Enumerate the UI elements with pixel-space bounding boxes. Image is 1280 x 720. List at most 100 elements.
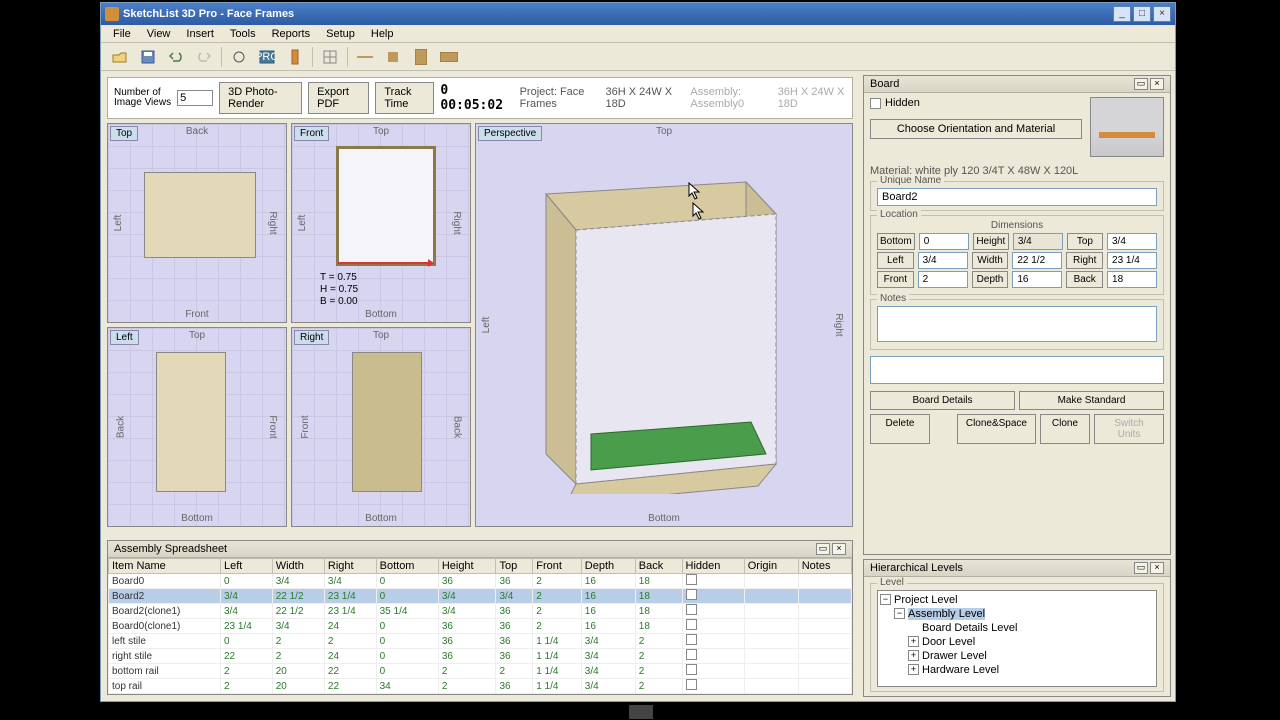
minimize-button[interactable]: _ <box>1113 6 1131 22</box>
col-header[interactable]: Width <box>272 559 324 574</box>
menu-tools[interactable]: Tools <box>222 26 264 42</box>
open-icon[interactable] <box>109 46 131 68</box>
hidden-checkbox[interactable]: Hidden <box>870 97 1082 109</box>
menu-setup[interactable]: Setup <box>318 26 363 42</box>
table-row[interactable]: bottom rail220220221 1/43/42 <box>109 664 852 679</box>
viewport-perspective[interactable]: Perspective Top Bottom Left Right <box>475 123 853 527</box>
hier-tree[interactable]: −Project Level −Assembly Level Board Det… <box>877 590 1157 687</box>
panel-close-icon[interactable]: × <box>832 543 846 555</box>
col-header[interactable]: Height <box>438 559 496 574</box>
clone-space-button[interactable]: Clone&Space <box>957 414 1036 444</box>
redo-icon[interactable] <box>193 46 215 68</box>
menu-reports[interactable]: Reports <box>264 26 319 42</box>
imgviews-label: Number of Image Views <box>114 88 171 108</box>
photo-render-button[interactable]: 3D Photo-Render <box>219 82 302 114</box>
viewport-front[interactable]: Front Top Bottom Left Right T = 0.75 H =… <box>291 123 471 323</box>
shape-tall-icon[interactable] <box>410 46 432 68</box>
shape-wide-icon[interactable] <box>438 46 460 68</box>
col-header[interactable]: Notes <box>798 559 851 574</box>
col-header[interactable]: Right <box>324 559 376 574</box>
col-header[interactable]: Origin <box>744 559 798 574</box>
width-input[interactable] <box>1012 252 1062 269</box>
top-input[interactable] <box>1107 233 1157 250</box>
shape-line-icon[interactable] <box>354 46 376 68</box>
assembly-label: Assembly: Assembly0 <box>690 86 771 110</box>
table-row[interactable]: top rail22022342361 1/43/42 <box>109 679 852 694</box>
top-button[interactable]: Top <box>1067 233 1103 250</box>
col-header[interactable]: Back <box>635 559 682 574</box>
export-pdf-button[interactable]: Export PDF <box>308 82 369 114</box>
time-display: 0 00:05:02 <box>440 83 503 113</box>
switch-units-button[interactable]: Switch Units <box>1094 414 1164 444</box>
panel-close-icon[interactable]: × <box>1150 78 1164 90</box>
height-button[interactable]: Height <box>973 233 1009 250</box>
depth-input[interactable] <box>1012 271 1062 288</box>
delete-button[interactable]: Delete <box>870 414 930 444</box>
table-row[interactable]: Board23/422 1/223 1/403/43/421618 <box>109 589 852 604</box>
back-button[interactable]: Back <box>1066 271 1103 288</box>
unique-name-input[interactable] <box>877 188 1157 206</box>
width-button[interactable]: Width <box>972 252 1009 269</box>
height-input[interactable] <box>1013 233 1063 250</box>
table-row[interactable]: Board003/43/40363621618 <box>109 574 852 589</box>
notes-input[interactable] <box>877 306 1157 342</box>
hierarchical-panel: Hierarchical Levels ▭ × Level −Project L… <box>863 559 1171 697</box>
save-icon[interactable] <box>137 46 159 68</box>
panel-dock-icon[interactable]: ▭ <box>1134 78 1148 90</box>
grid-tool-icon[interactable] <box>319 46 341 68</box>
table-row[interactable]: right stile22224036361 1/43/42 <box>109 649 852 664</box>
panel-close-icon[interactable]: × <box>1150 562 1164 574</box>
close-button[interactable]: × <box>1153 6 1171 22</box>
menu-file[interactable]: File <box>105 26 139 42</box>
clone-button[interactable]: Clone <box>1040 414 1090 444</box>
maximize-button[interactable]: □ <box>1133 6 1151 22</box>
right-input[interactable] <box>1107 252 1157 269</box>
menu-help[interactable]: Help <box>363 26 402 42</box>
panel-dock-icon[interactable]: ▭ <box>1134 562 1148 574</box>
choose-orientation-button[interactable]: Choose Orientation and Material <box>870 119 1082 139</box>
notes-input-2[interactable] <box>870 356 1164 384</box>
infobar: Number of Image Views 3D Photo-Render Ex… <box>107 77 853 119</box>
menu-insert[interactable]: Insert <box>178 26 222 42</box>
assembly-table[interactable]: Item NameLeftWidthRightBottomHeightTopFr… <box>108 558 852 694</box>
col-header[interactable]: Hidden <box>682 559 744 574</box>
track-time-button[interactable]: Track Time <box>375 82 434 114</box>
right-button[interactable]: Right <box>1066 252 1103 269</box>
board-tool-icon[interactable] <box>284 46 306 68</box>
table-row[interactable]: Board0(clone1)23 1/43/4240363621618 <box>109 619 852 634</box>
col-header[interactable]: Bottom <box>376 559 438 574</box>
shape-square-icon[interactable] <box>382 46 404 68</box>
imgviews-input[interactable] <box>177 90 213 106</box>
viewport-right[interactable]: Right Top Bottom Front Back <box>291 327 471 527</box>
col-header[interactable]: Top <box>496 559 533 574</box>
titlebar[interactable]: SketchList 3D Pro - Face Frames _ □ × <box>101 3 1175 25</box>
table-row[interactable]: Board2(clone1)3/422 1/223 1/435 1/43/436… <box>109 604 852 619</box>
bottom-input[interactable] <box>919 233 969 250</box>
app-icon <box>105 7 119 21</box>
front-input[interactable] <box>918 271 968 288</box>
panel-dock-icon[interactable]: ▭ <box>816 543 830 555</box>
bottom-button[interactable]: Bottom <box>877 233 915 250</box>
window-title: SketchList 3D Pro - Face Frames <box>123 8 1113 20</box>
circle-tool-icon[interactable] <box>228 46 250 68</box>
make-standard-button[interactable]: Make Standard <box>1019 391 1164 410</box>
undo-icon[interactable] <box>165 46 187 68</box>
project-dims: 36H X 24W X 18D <box>606 86 674 110</box>
cabinet-3d <box>536 164 796 494</box>
front-button[interactable]: Front <box>877 271 914 288</box>
depth-button[interactable]: Depth <box>972 271 1009 288</box>
col-header[interactable]: Left <box>221 559 273 574</box>
menu-view[interactable]: View <box>139 26 179 42</box>
pro-tool-icon[interactable]: PRO <box>256 46 278 68</box>
back-input[interactable] <box>1107 271 1157 288</box>
viewport-left[interactable]: Left Top Bottom Back Front <box>107 327 287 527</box>
assembly-dims: 36H X 24W X 18D <box>778 86 846 110</box>
col-header[interactable]: Item Name <box>109 559 221 574</box>
col-header[interactable]: Front <box>533 559 582 574</box>
table-row[interactable]: left stile022036361 1/43/42 <box>109 634 852 649</box>
board-details-button[interactable]: Board Details <box>870 391 1015 410</box>
left-input[interactable] <box>918 252 968 269</box>
viewport-top[interactable]: Top Back Front Left Right <box>107 123 287 323</box>
left-button[interactable]: Left <box>877 252 914 269</box>
col-header[interactable]: Depth <box>581 559 635 574</box>
